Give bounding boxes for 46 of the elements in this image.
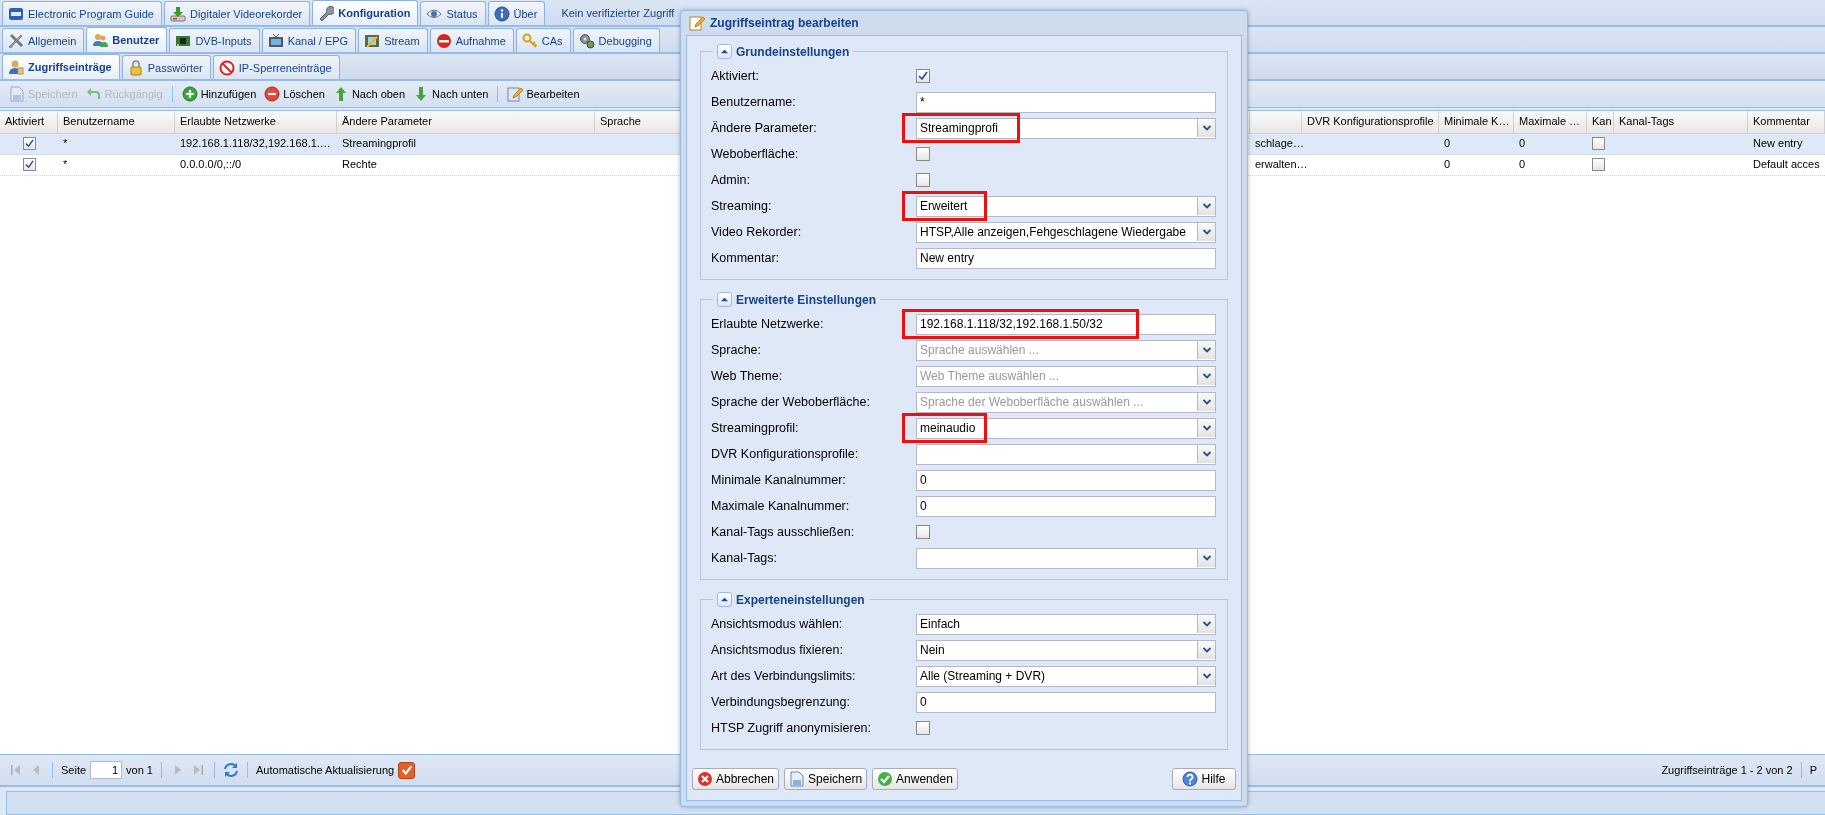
field-label: Aktiviert: <box>711 69 760 83</box>
table-cell: Default acces <box>1753 158 1820 170</box>
field-label: Web Theme: <box>711 369 784 383</box>
table-cell: 0 <box>1444 137 1451 149</box>
table-cell: schlage… <box>1255 137 1304 149</box>
dialog-title: Zugriffseintrag bearbeiten <box>710 16 859 30</box>
field-label: Erlaubte Netzwerke: <box>711 317 825 331</box>
field-label: Kanal-Tags ausschließen: <box>711 525 856 539</box>
section-title: Experteneinstellungen <box>736 592 865 607</box>
page-count: von 1 <box>126 764 153 776</box>
field-label: Ändere Parameter: <box>711 121 818 135</box>
field-label: Ansichtsmodus fixieren: <box>711 643 844 657</box>
table-cell: Rechte <box>342 158 377 170</box>
field-label: Art des Verbindungslimits: <box>711 669 857 683</box>
table-cell: 0 <box>1519 158 1526 170</box>
table-cell: * <box>63 137 68 149</box>
table-cell: 0.0.0.0/0,::/0 <box>180 158 242 170</box>
field-label: Minimale Kanalnummer: <box>711 473 847 487</box>
table-cell: 0 <box>1444 158 1451 170</box>
field-label: Streaming: <box>711 199 773 213</box>
summary-text: Zugriffseinträge 1 - 2 von 2 <box>1661 764 1793 776</box>
table-cell: 0 <box>1519 137 1526 149</box>
table-cell: Streamingprofil <box>342 137 416 149</box>
auto-refresh-label: Automatische Aktualisierung <box>256 764 395 776</box>
field-label: DVR Konfigurationsprofile: <box>711 447 860 461</box>
status-text: Kein verifizierter Zugriff <box>561 6 675 19</box>
field-label: HTSP Zugriff anonymisieren: <box>711 721 873 735</box>
field-label: Kommentar: <box>711 251 781 265</box>
table-cell: 192.168.1.118/32,192.168.1.… <box>180 137 331 149</box>
table-cell: * <box>63 158 68 170</box>
section-title: Erweiterte Einstellungen <box>736 292 877 307</box>
table-cell: New entry <box>1753 137 1803 149</box>
page-label: Seite <box>61 764 87 776</box>
field-label: Sprache der Weboberfläche: <box>711 395 871 409</box>
table-cell: erwalten… <box>1255 158 1308 170</box>
section-title: Grundeinstellungen <box>736 44 850 59</box>
field-label: Sprache: <box>711 343 763 357</box>
field-label: Ansichtsmodus wählen: <box>711 617 844 631</box>
field-label: Benutzername: <box>711 95 797 109</box>
status-text: P <box>1809 764 1817 776</box>
field-label: Verbindungsbegrenzung: <box>711 695 851 709</box>
field-label: Maximale Kanalnummer: <box>711 499 851 513</box>
field-label: Kanal-Tags: <box>711 551 778 565</box>
field-label: Streamingprofil: <box>711 421 800 435</box>
field-label: Video Rekorder: <box>711 225 803 239</box>
field-label: Admin: <box>711 173 751 187</box>
